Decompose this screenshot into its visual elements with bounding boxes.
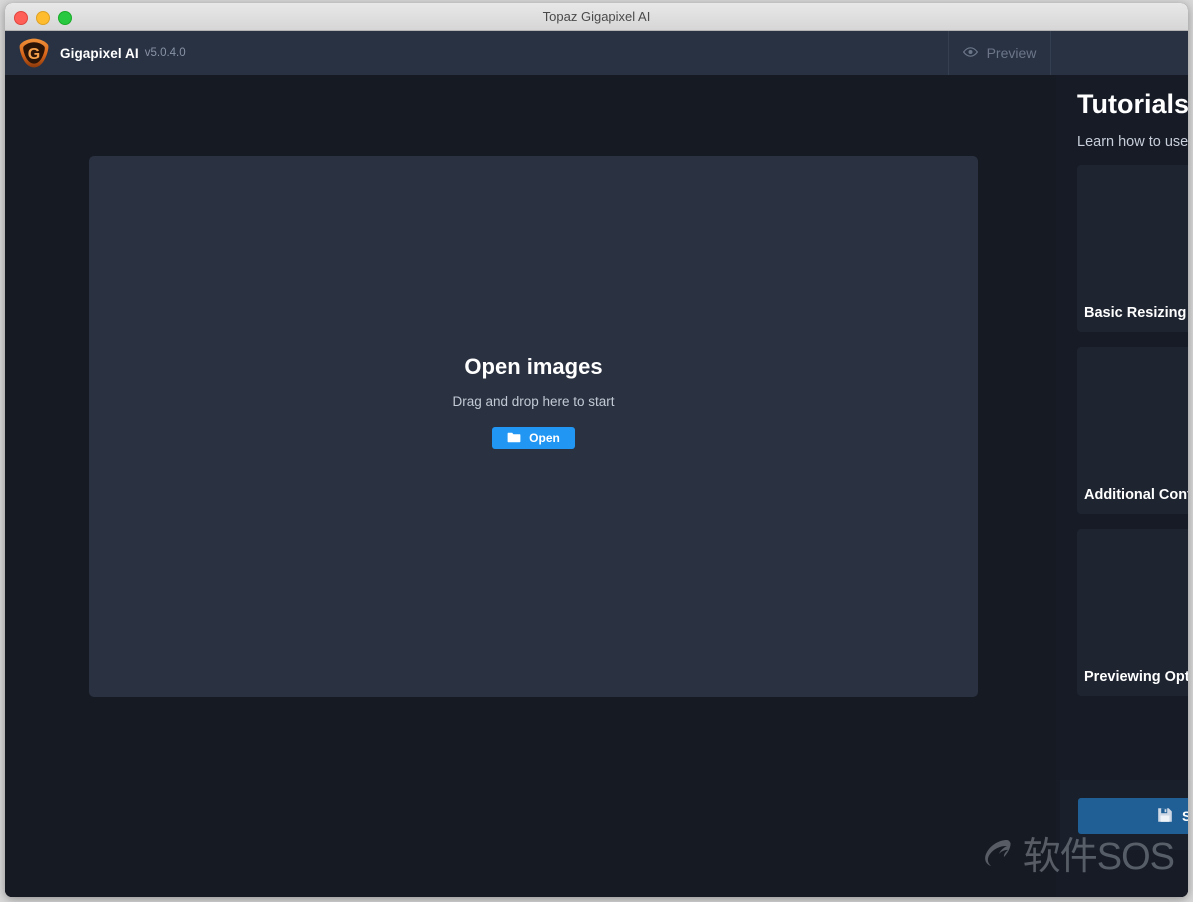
tutorial-card-title: Additional Controls [1084,487,1188,503]
tutorial-card[interactable]: Basic Resizing [1077,165,1188,332]
tutorials-subtitle: Learn how to use [1077,134,1188,150]
window-titlebar: Topaz Gigapixel AI [5,3,1188,31]
tutorials-heading: Tutorials [1077,89,1188,119]
image-dropzone[interactable]: Open images Drag and drop here to start … [89,156,978,697]
tutorial-card-title: Previewing Options [1084,669,1188,685]
header-right-region [1051,31,1188,75]
tutorial-card[interactable]: Previewing Options [1077,529,1188,696]
window-title: Topaz Gigapixel AI [542,9,651,24]
dropzone-subtitle: Drag and drop here to start [452,394,615,409]
save-button-label: Save Image [1181,808,1188,824]
app-body: Open images Drag and drop here to start … [5,75,1188,897]
brand-area: G Gigapixel AI v5.0.4.0 [5,37,186,69]
save-image-button[interactable]: Save Image [1078,798,1188,834]
tutorial-card-title: Basic Resizing [1084,305,1187,321]
app-header-bar: G Gigapixel AI v5.0.4.0 Preview [5,31,1188,75]
preview-toggle-button[interactable]: Preview [948,31,1051,75]
app-version: v5.0.4.0 [144,47,186,59]
floppy-save-icon [1157,807,1173,826]
application-window: Topaz Gigapixel AI G Gigapixel AI v5.0.4… [5,3,1188,897]
tutorials-scroll-content: Tutorials Learn how to use Basic Resizin… [1077,75,1188,696]
canvas-area: Open images Drag and drop here to start … [5,75,1056,897]
gigapixel-shield-icon: G [18,37,50,69]
tutorial-card[interactable]: Additional Controls [1077,347,1188,514]
open-button-label: Open [529,431,560,445]
save-bar: Save Image [1060,780,1188,850]
svg-text:G: G [28,46,40,63]
brand-name: Gigapixel AI [60,45,139,61]
folder-icon [507,431,521,446]
eye-icon [962,44,978,62]
dropzone-title: Open images [464,354,603,379]
dropzone-content: Open images Drag and drop here to start … [89,354,978,449]
open-images-button[interactable]: Open [492,427,575,449]
tutorials-panel: Tutorials Learn how to use Basic Resizin… [1056,75,1188,897]
preview-label: Preview [986,45,1037,61]
